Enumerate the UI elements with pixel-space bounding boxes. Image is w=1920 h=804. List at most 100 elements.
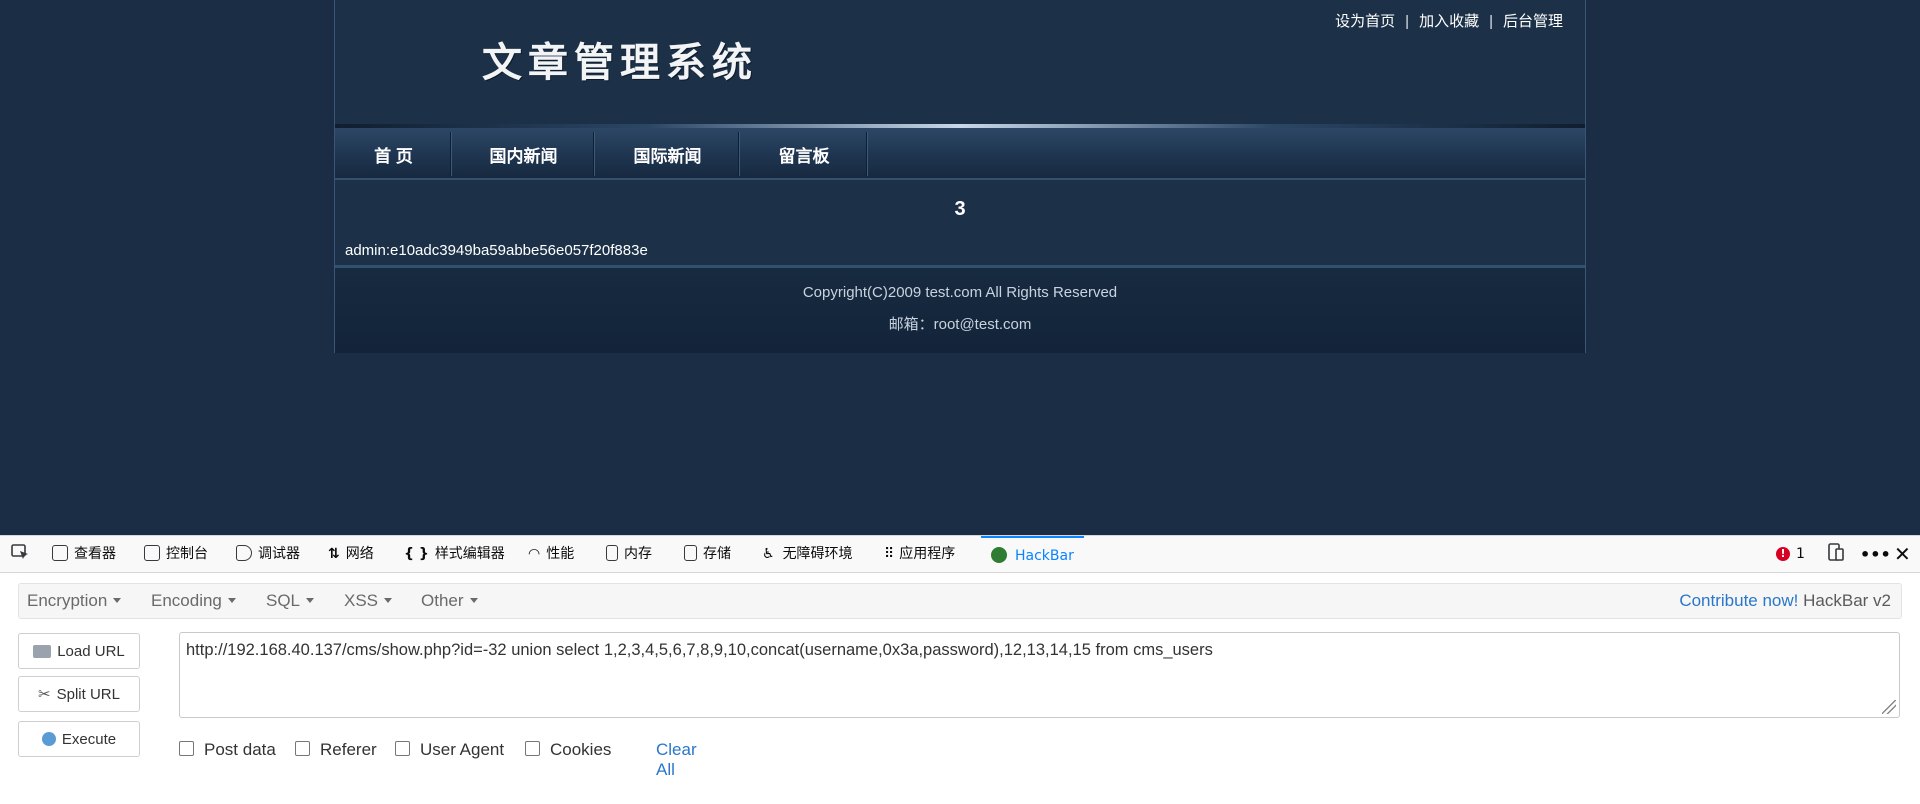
tab-inspector[interactable]: 查看器 <box>52 536 116 573</box>
tab-label: 查看器 <box>74 546 116 562</box>
option-label: User Agent <box>420 740 505 759</box>
hackbar-icon <box>991 547 1007 563</box>
devtools-tabbar: 查看器 控制台 调试器 ⇅ 网络 { } 样式编辑器 ◠ 性能 内存 存储 ♿ 无障碍环… <box>0 535 1920 573</box>
tab-application[interactable]: ⠿ 应用程序 <box>884 536 955 573</box>
url-value: http://192.168.40.137/cms/show.php?id=-3… <box>186 641 1213 659</box>
user-agent-checkbox[interactable]: User Agent <box>395 740 504 760</box>
option-label: Post data <box>204 740 276 759</box>
responsive-icon <box>1828 543 1844 561</box>
element-picker-button[interactable] <box>10 536 30 573</box>
add-favorite-link[interactable]: 加入收藏 <box>1419 13 1479 30</box>
picker-icon <box>11 544 28 559</box>
tab-accessibility[interactable]: ♿ 无障碍环境 <box>762 536 853 573</box>
menu-label: Encryption <box>27 591 108 610</box>
site-header: 文章管理系统 设为首页 | 加入收藏 | 后台管理 <box>335 0 1585 126</box>
article-title: 3 <box>954 198 966 220</box>
load-icon <box>33 645 52 658</box>
console-icon <box>144 545 160 561</box>
tab-label: 性能 <box>546 546 575 562</box>
more-icon: ••• <box>1860 545 1891 564</box>
scissors-icon: ✂ <box>38 686 51 703</box>
caret-down-icon <box>469 598 478 603</box>
site-footer: Copyright(C)2009 test.com All Rights Res… <box>335 268 1585 353</box>
load-url-button[interactable]: Load URL <box>18 633 140 669</box>
option-label: Referer <box>320 740 377 759</box>
network-icon: ⇅ <box>328 546 340 562</box>
error-icon: ! <box>1776 547 1790 561</box>
nav-divider <box>866 132 868 176</box>
hackbar-menu: Encryption Encoding SQL XSS Other Contri… <box>18 583 1902 619</box>
set-homepage-link[interactable]: 设为首页 <box>1335 13 1395 30</box>
referer-checkbox[interactable]: Referer <box>295 740 377 760</box>
caret-down-icon <box>306 598 315 603</box>
tab-debugger[interactable]: 调试器 <box>236 536 300 573</box>
menu-xss[interactable]: XSS <box>344 584 393 618</box>
menu-sql[interactable]: SQL <box>266 584 315 618</box>
menu-label: Other <box>421 591 464 610</box>
memory-icon <box>606 545 618 561</box>
nav-home[interactable]: 首 页 <box>335 128 452 178</box>
tab-label: HackBar <box>1015 548 1074 564</box>
hackbar-version: HackBar v2 <box>1803 591 1891 610</box>
execute-button[interactable]: Execute <box>18 721 140 757</box>
more-options-button[interactable]: ••• <box>1860 536 1891 573</box>
tab-hackbar[interactable]: HackBar <box>981 536 1084 575</box>
nav-domestic-news[interactable]: 国内新闻 <box>452 128 595 178</box>
tab-style-editor[interactable]: { } 样式编辑器 <box>404 536 505 573</box>
button-label: Split URL <box>56 686 120 703</box>
footer-email: 邮箱：root@test.com <box>888 316 1032 333</box>
tab-label: 控制台 <box>166 546 208 562</box>
checkbox-icon <box>525 741 540 756</box>
devtools-panel: 查看器 控制台 调试器 ⇅ 网络 { } 样式编辑器 ◠ 性能 内存 存储 ♿ 无障碍环… <box>0 535 1920 804</box>
close-devtools-button[interactable]: ✕ <box>1894 536 1911 573</box>
tab-label: 应用程序 <box>899 546 956 562</box>
post-data-checkbox[interactable]: Post data <box>179 740 276 760</box>
responsive-mode-button[interactable] <box>1826 536 1846 573</box>
error-counter[interactable]: ! 1 <box>1776 536 1805 573</box>
tab-network[interactable]: ⇅ 网络 <box>328 536 374 573</box>
nav-guestbook[interactable]: 留言板 <box>740 128 868 178</box>
tab-label: 样式编辑器 <box>434 546 505 562</box>
site-frame: 文章管理系统 设为首页 | 加入收藏 | 后台管理 首 页 国内新闻 国际新闻 留言板 … <box>334 0 1586 353</box>
split-url-button[interactable]: ✂ Split URL <box>18 676 140 712</box>
caret-down-icon <box>113 598 122 603</box>
tab-memory[interactable]: 内存 <box>606 536 652 573</box>
resize-handle-icon[interactable] <box>1882 700 1896 714</box>
tab-performance[interactable]: ◠ 性能 <box>528 536 574 573</box>
article-content: 3 admin:e10adc3949ba59abbe56e057f20f883e <box>335 180 1585 265</box>
website-viewport: 文章管理系统 设为首页 | 加入收藏 | 后台管理 首 页 国内新闻 国际新闻 留言板 … <box>0 0 1920 535</box>
caret-down-icon <box>227 598 236 603</box>
tab-storage[interactable]: 存储 <box>684 536 731 573</box>
performance-icon: ◠ <box>528 546 541 562</box>
play-icon <box>41 732 56 746</box>
caret-down-icon <box>384 598 393 603</box>
main-nav: 首 页 国内新闻 国际新闻 留言板 <box>335 128 1585 180</box>
menu-label: Encoding <box>151 591 222 610</box>
accessibility-icon: ♿ <box>762 546 775 562</box>
error-count: 1 <box>1796 546 1805 562</box>
tab-label: 调试器 <box>258 546 300 562</box>
contribute-link[interactable]: Contribute now! <box>1679 591 1798 610</box>
menu-label: SQL <box>266 591 301 610</box>
cookies-checkbox[interactable]: Cookies <box>525 740 611 760</box>
article-body: admin:e10adc3949ba59abbe56e057f20f883e <box>345 242 648 259</box>
menu-encryption[interactable]: Encryption <box>27 584 122 618</box>
clear-all-link[interactable]: Clear All <box>656 740 697 780</box>
contribute-area: Contribute now! HackBar v2 <box>1679 584 1891 618</box>
close-icon: ✕ <box>1894 542 1911 566</box>
admin-link[interactable]: 后台管理 <box>1503 13 1563 30</box>
url-textarea[interactable]: http://192.168.40.137/cms/show.php?id=-3… <box>179 632 1900 718</box>
menu-other[interactable]: Other <box>421 584 478 618</box>
storage-icon <box>684 545 697 561</box>
tab-label: 存储 <box>703 546 731 562</box>
checkbox-icon <box>295 741 310 756</box>
tab-label: 无障碍环境 <box>782 546 853 562</box>
tab-console[interactable]: 控制台 <box>144 536 208 573</box>
separator: | <box>1405 13 1410 30</box>
menu-encoding[interactable]: Encoding <box>151 584 236 618</box>
top-links: 设为首页 | 加入收藏 | 后台管理 <box>1335 10 1563 31</box>
inspector-icon <box>52 545 68 561</box>
nav-international-news[interactable]: 国际新闻 <box>595 128 740 178</box>
style-editor-icon: { } <box>404 546 429 562</box>
checkbox-icon <box>395 741 410 756</box>
